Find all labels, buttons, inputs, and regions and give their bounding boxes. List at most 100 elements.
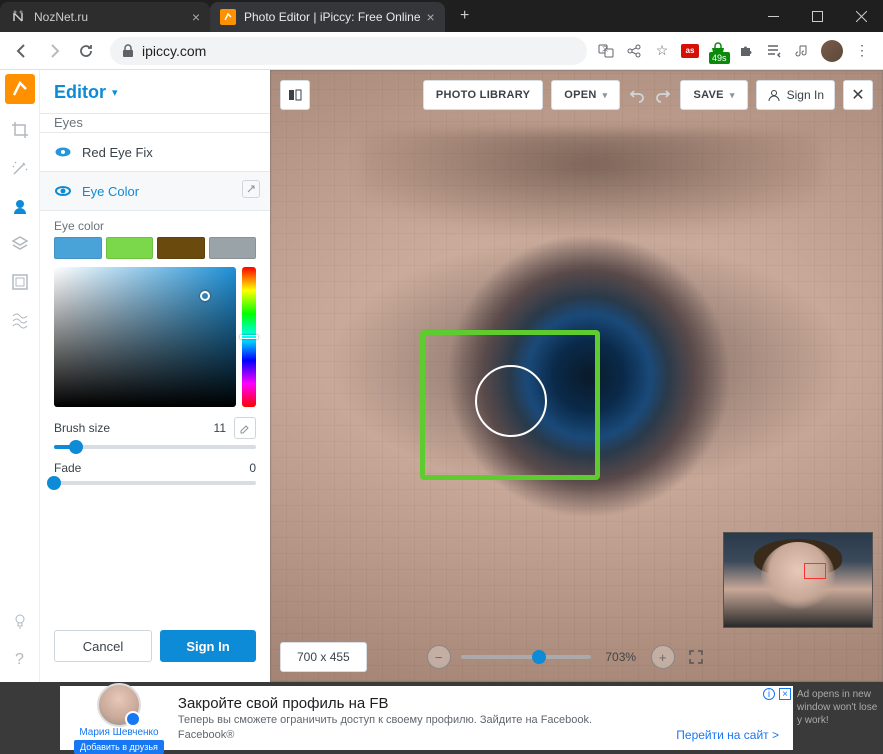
eye-color-item[interactable]: Eye Color: [40, 171, 270, 211]
minimize-button[interactable]: [751, 0, 795, 32]
eye-icon: [54, 182, 72, 200]
undo-button[interactable]: [628, 86, 646, 104]
brush-value: 11: [214, 421, 226, 435]
frame-icon[interactable]: [8, 270, 32, 294]
reading-list-icon[interactable]: [765, 42, 783, 60]
extension-icons: 文 ☆ as 49s ⋮: [597, 40, 871, 62]
tab-title: Photo Editor | iPiccy: Free Online: [244, 10, 421, 24]
panel-header[interactable]: Editor ▾: [40, 78, 270, 113]
red-eye-label: Red Eye Fix: [82, 145, 153, 160]
texture-icon[interactable]: [8, 308, 32, 332]
hue-cursor[interactable]: [240, 335, 258, 339]
zoom-out-button[interactable]: −: [427, 645, 451, 669]
zoom-in-button[interactable]: +: [651, 645, 675, 669]
zoom-knob[interactable]: [532, 650, 546, 664]
magic-icon[interactable]: [8, 156, 32, 180]
hue-slider[interactable]: [242, 267, 256, 407]
canvas-topbar: PHOTO LIBRARY OPEN▾ SAVE▾ Sign In ✕: [280, 80, 873, 110]
close-canvas-button[interactable]: ✕: [843, 80, 873, 110]
swatch-gray[interactable]: [209, 237, 257, 259]
help-icon[interactable]: ?: [8, 648, 32, 672]
ad-info-icon[interactable]: i: [763, 688, 775, 700]
swatch-blue[interactable]: [54, 237, 102, 259]
fade-value: 0: [249, 461, 256, 475]
swatch-brown[interactable]: [157, 237, 205, 259]
translate-icon[interactable]: 文: [597, 42, 615, 60]
eye-color-title: Eye Color: [82, 184, 139, 199]
fade-row: Fade 0: [40, 451, 270, 481]
app-body: ? Editor ▾ Eyes Red Eye Fix Eye Color Ey…: [0, 70, 883, 682]
fade-slider[interactable]: [40, 481, 270, 487]
browser-tab-noznet[interactable]: NozNet.ru ×: [0, 2, 210, 32]
tool-column: ?: [0, 70, 40, 682]
undo-redo: [628, 86, 672, 104]
redo-button[interactable]: [654, 86, 672, 104]
ad-add-friend[interactable]: Добавить в друзья: [74, 740, 164, 754]
editor-title: Editor: [54, 82, 106, 103]
popout-icon[interactable]: [242, 180, 260, 198]
lastfm-icon[interactable]: as: [681, 44, 699, 58]
back-button[interactable]: [8, 37, 36, 65]
picker-cursor[interactable]: [200, 291, 210, 301]
browser-tab-ipiccy[interactable]: Photo Editor | iPiccy: Free Online ×: [210, 2, 445, 32]
layers-icon[interactable]: [8, 232, 32, 256]
signin-button[interactable]: Sign In: [160, 630, 256, 662]
ipiccy-logo[interactable]: [5, 74, 35, 104]
tip-icon[interactable]: [8, 610, 32, 634]
brush-label: Brush size: [54, 421, 206, 435]
lock-icon: [122, 44, 134, 58]
close-icon[interactable]: ×: [192, 9, 200, 25]
puzzle-icon[interactable]: [737, 42, 755, 60]
panel-buttons: Cancel Sign In: [40, 618, 270, 674]
address-bar[interactable]: ipiccy.com: [110, 37, 587, 65]
browser-tabs: NozNet.ru × Photo Editor | iPiccy: Free …: [0, 0, 751, 32]
zoom-slider[interactable]: [461, 655, 591, 659]
menu-icon[interactable]: ⋮: [853, 42, 871, 60]
eye-icon: [54, 143, 72, 161]
ad-avatar: [97, 683, 141, 727]
red-eye-fix-item[interactable]: Red Eye Fix: [40, 133, 270, 171]
minimap-viewport[interactable]: [804, 563, 826, 579]
dimensions-display: 700 x 455: [280, 642, 367, 672]
zoom-percent: 703%: [601, 650, 641, 664]
cancel-button[interactable]: Cancel: [54, 630, 152, 662]
saturation-field[interactable]: [54, 267, 236, 407]
ad-text: Закройте свой профиль на FB Теперь вы см…: [178, 695, 779, 742]
reload-button[interactable]: [72, 37, 100, 65]
tab-title: NozNet.ru: [34, 10, 186, 24]
ad-headline: Закройте свой профиль на FB: [178, 695, 779, 712]
compare-button[interactable]: [280, 80, 310, 110]
profile-avatar[interactable]: [821, 40, 843, 62]
maximize-button[interactable]: [795, 0, 839, 32]
swatch-green[interactable]: [106, 237, 154, 259]
music-icon[interactable]: [793, 42, 811, 60]
window-titlebar: NozNet.ru × Photo Editor | iPiccy: Free …: [0, 0, 883, 32]
forward-button[interactable]: [40, 37, 68, 65]
close-icon[interactable]: ×: [427, 9, 435, 25]
selection-rect[interactable]: [420, 330, 600, 480]
favicon-noznet: [10, 9, 26, 25]
eraser-button[interactable]: [234, 417, 256, 439]
fb-badge-icon: [125, 711, 141, 727]
ad-body: Теперь вы сможете ограничить доступ к св…: [178, 714, 779, 726]
ad-banner[interactable]: i × Мария Шевченко Добавить в друзья Зак…: [60, 686, 793, 750]
crop-icon[interactable]: [8, 118, 32, 142]
new-tab-button[interactable]: +: [451, 2, 479, 30]
close-window-button[interactable]: [839, 0, 883, 32]
ad-close-icon[interactable]: ×: [779, 688, 791, 700]
star-icon[interactable]: ☆: [653, 42, 671, 60]
fade-label: Fade: [54, 461, 241, 475]
shopping-icon[interactable]: 49s: [709, 42, 727, 60]
ad-cta[interactable]: Перейти на сайт >: [676, 728, 779, 742]
photo-library-button[interactable]: PHOTO LIBRARY: [423, 80, 543, 110]
share-icon[interactable]: [625, 42, 643, 60]
minimap[interactable]: [723, 532, 873, 628]
window-controls: [751, 0, 883, 32]
retouch-icon[interactable]: [8, 194, 32, 218]
section-eyes[interactable]: Eyes: [40, 113, 270, 133]
favicon-ipiccy: [220, 9, 236, 25]
save-button[interactable]: SAVE▾: [680, 80, 747, 110]
signin-top-button[interactable]: Sign In: [756, 80, 835, 110]
fullscreen-button[interactable]: [685, 646, 707, 668]
open-button[interactable]: OPEN▾: [551, 80, 620, 110]
